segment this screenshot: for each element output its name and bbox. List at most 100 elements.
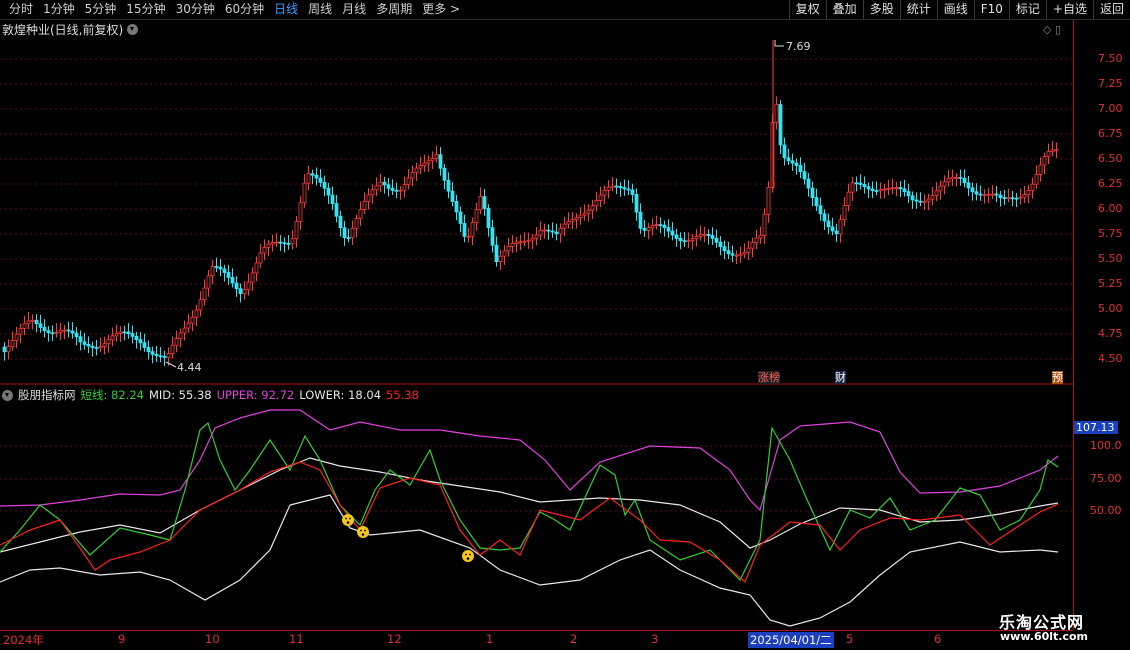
candle-body (26, 320, 31, 325)
candle-body (274, 241, 279, 244)
candle-body (74, 332, 79, 338)
candle-body (314, 174, 319, 179)
candle-body (38, 323, 43, 328)
chevron-down-icon[interactable] (2, 389, 13, 401)
candle-body (1026, 190, 1031, 195)
chart-canvas[interactable] (0, 0, 1130, 650)
candle-body (470, 222, 475, 237)
signal-face-mouth (466, 557, 470, 560)
candle-body (790, 160, 795, 164)
signal-face-eye (469, 553, 471, 556)
high-pointer (774, 40, 784, 47)
candle-body (526, 239, 531, 242)
candle-body (330, 194, 335, 205)
candle-body (618, 185, 623, 189)
candle-body (614, 185, 619, 188)
candle-body (554, 231, 559, 235)
signal-face-mouth (361, 533, 365, 536)
candle-body (550, 230, 555, 233)
candle-body (994, 193, 999, 196)
candle-body (402, 184, 407, 191)
candle-body (686, 240, 691, 242)
candle-body (1014, 197, 1019, 200)
candle-body (374, 185, 379, 191)
candle-body (262, 246, 267, 254)
candle-body (590, 205, 595, 211)
candle-body (1002, 197, 1007, 199)
zhangbang-marker[interactable]: 涨榜 (758, 371, 780, 384)
yu-marker[interactable]: 预 (1052, 371, 1063, 384)
candle-body (86, 343, 91, 347)
candle-body (866, 186, 871, 190)
signal-face-mouth (346, 521, 350, 524)
candle-body (530, 237, 535, 241)
signal-face-eye (360, 529, 362, 532)
candle-body (354, 218, 359, 229)
candle-body (870, 188, 875, 191)
candle-body (158, 355, 163, 358)
date-label: 12 (387, 632, 402, 646)
candle-body (202, 287, 207, 301)
indicator-name[interactable]: 股朋指标网 (18, 387, 76, 403)
candle-body (130, 333, 135, 337)
price-tick: 7.00 (1098, 102, 1123, 115)
candle-body (214, 266, 219, 268)
candle-body (854, 182, 859, 185)
candle-body (822, 213, 827, 222)
candle-body (850, 182, 855, 193)
candle-body (446, 179, 451, 192)
candle-body (846, 191, 851, 206)
candle-body (682, 240, 687, 243)
candle-body (1018, 196, 1023, 199)
candle-body (742, 251, 747, 255)
candle-body (794, 162, 799, 166)
candle-body (970, 187, 975, 193)
indicator-header: 股朋指标网 短线: 82.24 MID: 55.38 UPPER: 92.72 … (2, 387, 419, 403)
candle-body (194, 309, 199, 318)
candle-body (738, 253, 743, 256)
candle-body (1010, 197, 1015, 200)
short-line-label: 短线: 82.24 (80, 388, 144, 402)
candle-body (522, 240, 527, 243)
candle-body (230, 276, 235, 284)
candle-body (210, 266, 215, 277)
candle-body (206, 275, 211, 289)
candle-body (998, 194, 1003, 198)
candle-body (142, 342, 147, 348)
signal-face-eye (364, 529, 366, 532)
candle-body (1030, 183, 1035, 191)
candle-body (78, 336, 83, 343)
price-tick: 4.50 (1098, 352, 1123, 365)
candle-body (66, 329, 71, 332)
candle-body (722, 246, 727, 252)
candle-body (250, 272, 255, 283)
candle-body (910, 195, 915, 201)
candle-body (174, 338, 179, 346)
candle-body (562, 223, 567, 229)
candle-body (642, 227, 647, 231)
cai-marker[interactable]: 财 (835, 371, 846, 384)
candle-body (438, 154, 443, 169)
candle-body (226, 272, 231, 278)
indicator-current-value: 107.13 (1074, 421, 1118, 434)
candle-body (334, 203, 339, 217)
candle-body (698, 234, 703, 237)
candle-body (954, 176, 959, 179)
candle-body (946, 178, 951, 183)
candle-body (898, 187, 903, 190)
upper-label: UPPER: 92.72 (216, 388, 295, 402)
candle-body (934, 190, 939, 196)
candle-body (886, 187, 891, 190)
candle-body (606, 186, 611, 191)
candle-body (146, 347, 151, 353)
candle-body (982, 194, 987, 197)
candle-body (2, 346, 7, 353)
candle-body (638, 211, 643, 229)
candle-body (1042, 156, 1047, 166)
candle-body (718, 241, 723, 248)
candle-body (650, 225, 655, 229)
candle-body (690, 238, 695, 241)
candle-body (94, 347, 99, 349)
candle-body (198, 299, 203, 311)
date-label: 5 (846, 632, 854, 646)
